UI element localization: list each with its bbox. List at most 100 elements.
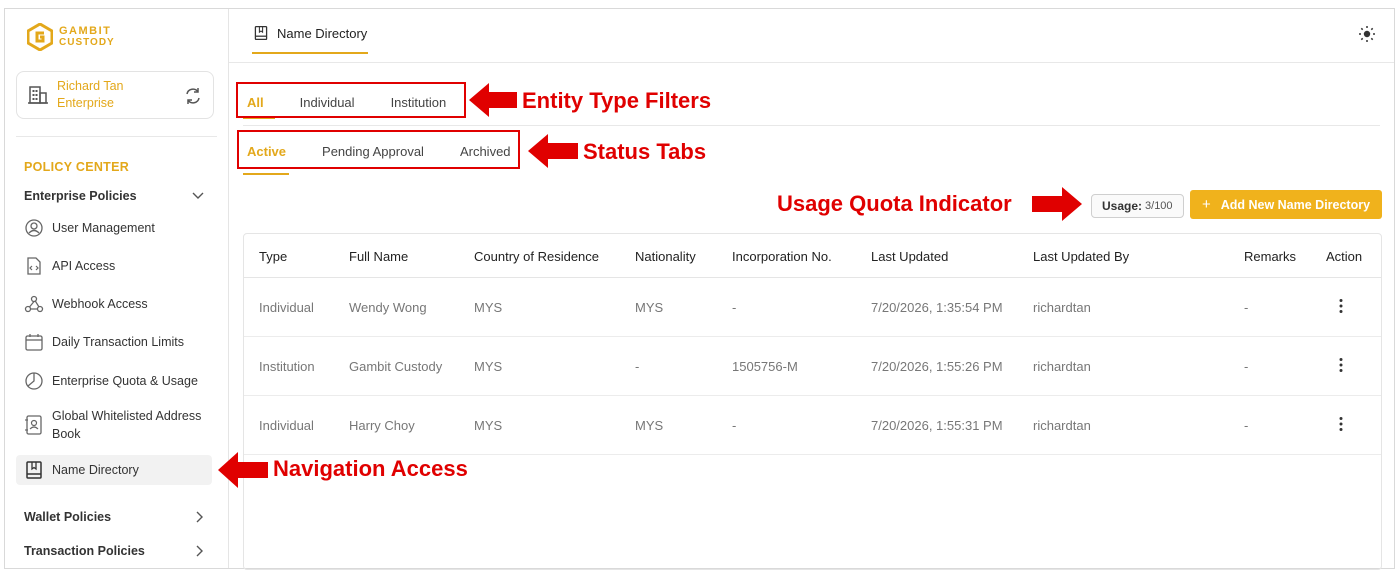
sidebar-item-global-whitelisted-address-book[interactable]: Global Whitelisted Address Book [24, 407, 212, 443]
cell-last-updated-by: richardtan [1033, 359, 1091, 374]
annotation-label-navigation: Navigation Access [273, 456, 468, 481]
sidebar-item-daily-transaction-limits[interactable]: Daily Transaction Limits [24, 332, 212, 352]
annotation-box-status [237, 130, 520, 169]
cell-last-updated: 7/20/2026, 1:35:54 PM [871, 300, 1003, 315]
more-actions-icon[interactable] [1336, 416, 1346, 432]
annotation-box-entity [236, 82, 466, 118]
cell-last-updated-by: richardtan [1033, 418, 1091, 433]
api-file-icon [27, 257, 41, 275]
sidebar-item-label: Global Whitelisted Address Book [52, 409, 202, 441]
col-type: Type [259, 249, 288, 264]
cell-country: MYS [474, 359, 503, 374]
col-last-updated-by: Last Updated By [1033, 249, 1130, 264]
sidebar-group-wallet-policies[interactable]: Wallet Policies [24, 510, 204, 524]
sidebar-item-label: API Access [52, 259, 116, 273]
chevron-down-icon [192, 192, 204, 199]
more-actions-icon[interactable] [1336, 357, 1346, 373]
annotation-arrow-entity [469, 83, 517, 117]
sidebar-item-label: Enterprise Quota & Usage [52, 374, 198, 388]
book-icon [26, 461, 42, 479]
cell-last-updated-by: richardtan [1033, 300, 1091, 315]
add-button-label: Add New Name Directory [1220, 197, 1371, 212]
sidebar-item-webhook-access[interactable]: Webhook Access [24, 294, 212, 314]
chevron-right-icon [196, 511, 203, 523]
building-icon [28, 86, 48, 104]
usage-value: 3/100 [1145, 200, 1173, 212]
table-row[interactable]: Institution Gambit Custody MYS - 1505756… [244, 337, 1381, 396]
sidebar-item-api-access[interactable]: API Access [24, 256, 212, 276]
annotation-arrow-usage [1032, 187, 1082, 221]
user-gear-icon [25, 219, 43, 237]
plus-icon: + [1201, 196, 1211, 213]
cell-full-name: Wendy Wong [349, 300, 427, 315]
theme-toggle-sun-icon[interactable] [1358, 25, 1376, 43]
col-action: Action [1326, 249, 1363, 264]
brand-logo[interactable]: GAMBIT CUSTODY [27, 23, 115, 51]
cell-full-name: Harry Choy [349, 418, 415, 433]
cell-incorporation: 1505756-M [732, 359, 798, 374]
cell-incorporation: - [732, 300, 737, 315]
add-new-name-directory-button[interactable]: + Add New Name Directory [1190, 190, 1382, 219]
cell-full-name: Gambit Custody [349, 359, 443, 374]
sidebar-item-enterprise-quota-usage[interactable]: Enterprise Quota & Usage [24, 371, 212, 391]
address-book-icon [25, 415, 42, 435]
chevron-right-icon [196, 545, 203, 557]
cell-remarks: - [1244, 418, 1249, 433]
org-switcher[interactable]: Richard Tan Enterprise [16, 71, 214, 119]
webhook-icon [24, 295, 44, 313]
col-last-updated: Last Updated [871, 249, 949, 264]
cell-remarks: - [1244, 359, 1249, 374]
cell-nationality: MYS [635, 300, 664, 315]
more-actions-icon[interactable] [1336, 298, 1346, 314]
main-content: Name Directory All Individual Institutio… [229, 9, 1394, 570]
calendar-icon [25, 334, 43, 351]
sidebar-group-label: Enterprise Policies [24, 189, 137, 203]
tab-label: Name Directory [277, 25, 368, 41]
cell-incorporation: - [732, 418, 737, 433]
cell-remarks: - [1244, 300, 1249, 315]
annotation-label-status: Status Tabs [583, 139, 707, 164]
refresh-icon[interactable] [183, 86, 203, 106]
filters-divider [243, 125, 1380, 126]
sidebar-group-label: Transaction Policies [24, 544, 145, 558]
cell-type: Individual [259, 418, 314, 433]
book-icon [254, 25, 268, 41]
annotation-label-entity: Entity Type Filters [522, 88, 712, 113]
cell-last-updated: 7/20/2026, 1:55:31 PM [871, 418, 1003, 433]
pie-chart-icon [25, 372, 43, 390]
annotation-arrow-navigation [218, 452, 268, 488]
cell-nationality: MYS [635, 418, 664, 433]
sidebar-group-label: Wallet Policies [24, 510, 112, 524]
sidebar-group-transaction-policies[interactable]: Transaction Policies [24, 544, 204, 558]
tab-name-directory[interactable]: Name Directory [253, 25, 367, 41]
usage-quota-indicator: Usage: 3/100 [1091, 194, 1184, 218]
status-active-indicator [243, 173, 289, 175]
sidebar-item-label: User Management [52, 221, 155, 235]
col-incorporation: Incorporation No. [732, 249, 832, 264]
top-bar: Name Directory [229, 9, 1394, 63]
col-full-name: Full Name [349, 249, 409, 264]
table-row[interactable]: Individual Harry Choy MYS MYS - 7/20/202… [244, 396, 1381, 455]
tab-active-indicator [252, 52, 368, 54]
sidebar-item-name-directory[interactable]: Name Directory [16, 455, 212, 485]
cell-country: MYS [474, 300, 503, 315]
org-name: Richard Tan Enterprise [57, 79, 124, 110]
gambit-logo-icon [27, 23, 53, 51]
cell-last-updated: 7/20/2026, 1:55:26 PM [871, 359, 1003, 374]
sidebar-group-enterprise-policies[interactable]: Enterprise Policies [24, 189, 204, 203]
sidebar-item-user-management[interactable]: User Management [24, 218, 212, 238]
table-header: Type Full Name Country of Residence Nati… [244, 234, 1381, 278]
sidebar-item-label: Daily Transaction Limits [52, 335, 184, 349]
cell-type: Institution [259, 359, 315, 374]
annotation-arrow-status [528, 134, 578, 168]
sidebar-item-label: Name Directory [52, 463, 139, 477]
sidebar: GAMBIT CUSTODY Richard Tan Enterprise PO… [5, 9, 229, 568]
policy-center-heading: POLICY CENTER [24, 160, 130, 174]
table-row[interactable]: Individual Wendy Wong MYS MYS - 7/20/202… [244, 278, 1381, 337]
sidebar-item-label: Webhook Access [52, 297, 148, 311]
col-nationality: Nationality [635, 249, 696, 264]
col-country: Country of Residence [474, 249, 600, 264]
cell-country: MYS [474, 418, 503, 433]
cell-type: Individual [259, 300, 314, 315]
col-remarks: Remarks [1244, 249, 1297, 264]
